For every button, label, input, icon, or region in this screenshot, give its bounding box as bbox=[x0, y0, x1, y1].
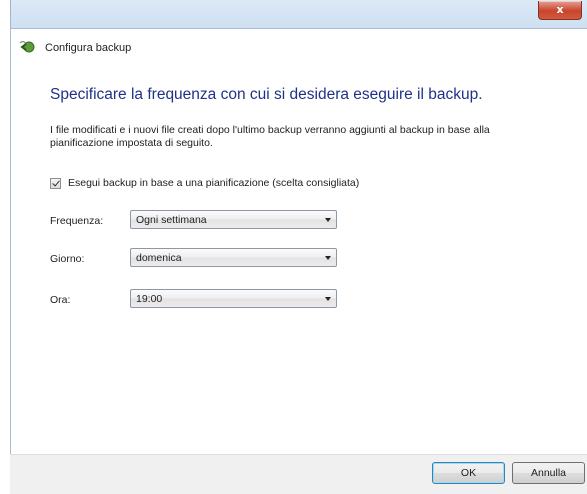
day-dropdown[interactable]: domenica bbox=[130, 248, 337, 267]
frequency-value: Ogni settimana bbox=[136, 214, 207, 226]
frequency-label: Frequenza: bbox=[50, 215, 104, 227]
back-arrow-icon[interactable] bbox=[18, 40, 36, 54]
ok-button[interactable]: OK bbox=[432, 462, 505, 484]
close-button[interactable]: x bbox=[538, 1, 582, 20]
time-label: Ora: bbox=[50, 294, 71, 306]
time-dropdown[interactable]: 19:00 bbox=[130, 289, 337, 308]
dialog-title: Configura backup bbox=[45, 42, 132, 54]
frequency-dropdown[interactable]: Ogni settimana bbox=[130, 210, 337, 229]
chevron-down-icon bbox=[325, 218, 331, 222]
schedule-checkbox-row[interactable]: Esegui backup in base a una pianificazio… bbox=[50, 177, 359, 189]
schedule-checkbox-label: Esegui backup in base a una pianificazio… bbox=[68, 177, 360, 189]
chevron-down-icon bbox=[325, 256, 331, 260]
day-label: Giorno: bbox=[50, 253, 85, 265]
time-value: 19:00 bbox=[136, 293, 163, 305]
title-bar: Configura backup bbox=[10, 28, 587, 64]
day-value: domenica bbox=[136, 252, 182, 264]
schedule-checkbox[interactable] bbox=[50, 177, 61, 189]
page-heading: Specificare la frequenza con cui si desi… bbox=[50, 86, 483, 103]
cancel-button[interactable]: Annulla bbox=[512, 462, 585, 484]
chevron-down-icon bbox=[325, 297, 331, 301]
description-text: I file modificati e i nuovi file creati … bbox=[50, 124, 490, 149]
